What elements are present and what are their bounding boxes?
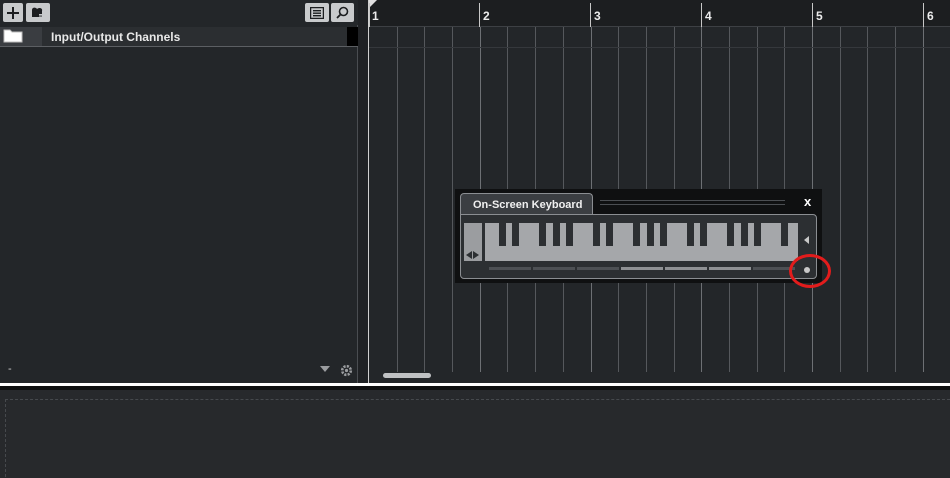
octave-down-icon: [466, 251, 472, 259]
osk-close-button[interactable]: x: [804, 194, 811, 209]
on-screen-keyboard-window[interactable]: On-Screen Keyboard x: [455, 189, 822, 283]
cubase-project-window: Input/Output Channels - 1 2 3 4 5 6 On-S…: [0, 0, 950, 478]
osk-title: On-Screen Keyboard: [473, 199, 583, 211]
ruler-label-1: 1: [372, 9, 379, 23]
beat-grid-line: [895, 27, 896, 372]
search-icon: [336, 6, 349, 19]
ruler-label-6: 6: [927, 9, 934, 23]
ruler-start-marker: [369, 0, 377, 8]
black-key[interactable]: [687, 223, 694, 246]
black-key[interactable]: [700, 223, 707, 246]
beat-grid-line: [424, 27, 425, 372]
track-folder-cell[interactable]: [0, 27, 42, 46]
beat-grid-line: [840, 27, 841, 372]
osk-drag-grip[interactable]: [600, 204, 785, 205]
black-key[interactable]: [566, 223, 573, 246]
ruler-tick: [701, 3, 702, 27]
folder-icon: [3, 29, 23, 43]
osk-body: [460, 214, 817, 279]
black-key[interactable]: [660, 223, 667, 246]
black-key[interactable]: [593, 223, 600, 246]
velocity-segment[interactable]: [709, 267, 751, 270]
black-key[interactable]: [754, 223, 761, 246]
track-row-end-block: [347, 27, 358, 46]
octave-shift-button[interactable]: [464, 223, 482, 261]
ruler-tick: [923, 3, 924, 27]
osk-title-tab[interactable]: On-Screen Keyboard: [460, 193, 593, 215]
ruler-label-4: 4: [705, 9, 712, 23]
osk-drag-grip[interactable]: [600, 200, 785, 201]
annotation-circle: [789, 254, 831, 288]
horizontal-scrollbar-thumb[interactable]: [383, 373, 431, 378]
chevron-down-icon[interactable]: [320, 366, 330, 373]
track-name: Input/Output Channels: [51, 30, 181, 44]
black-key[interactable]: [781, 223, 788, 246]
add-folder-icon: [32, 7, 46, 18]
octave-up-icon: [473, 251, 479, 259]
ruler-label-2: 2: [483, 9, 490, 23]
black-key[interactable]: [553, 223, 560, 246]
panel-divider[interactable]: [358, 0, 368, 383]
black-key[interactable]: [606, 223, 613, 246]
bar-ruler[interactable]: 1 2 3 4 5 6: [369, 0, 950, 27]
add-track-button[interactable]: [3, 3, 23, 22]
add-track-folder-button[interactable]: [26, 3, 50, 22]
search-button[interactable]: [331, 3, 354, 22]
velocity-segment[interactable]: [621, 267, 663, 270]
list-icon: [310, 6, 324, 19]
ruler-label-5: 5: [816, 9, 823, 23]
black-key[interactable]: [499, 223, 506, 246]
piano-keys[interactable]: [485, 223, 798, 261]
beat-grid-line: [397, 27, 398, 372]
collapse-left-icon[interactable]: [804, 236, 809, 244]
black-key[interactable]: [727, 223, 734, 246]
velocity-segment[interactable]: [577, 267, 619, 270]
ruler-tick: [479, 3, 480, 27]
velocity-segment[interactable]: [533, 267, 575, 270]
beat-grid-line: [452, 27, 453, 372]
gear-icon[interactable]: [340, 364, 353, 377]
black-key[interactable]: [741, 223, 748, 246]
bar-grid-line: [923, 27, 924, 372]
black-key[interactable]: [647, 223, 654, 246]
lower-zone-drop-area: [5, 399, 950, 477]
ruler-tick: [369, 3, 370, 27]
track-list-toolbar: [0, 0, 358, 25]
lower-zone: [0, 390, 950, 478]
beat-grid-line: [867, 27, 868, 372]
velocity-segment[interactable]: [489, 267, 531, 270]
ruler-tick: [590, 3, 591, 27]
ruler-label-3: 3: [594, 9, 601, 23]
black-key[interactable]: [633, 223, 640, 246]
plus-icon: [7, 6, 19, 19]
black-key[interactable]: [539, 223, 546, 246]
black-key[interactable]: [512, 223, 519, 246]
list-view-button[interactable]: [305, 3, 329, 22]
ruler-tick: [812, 3, 813, 27]
velocity-segment[interactable]: [665, 267, 707, 270]
track-list-panel: Input/Output Channels -: [0, 0, 358, 383]
footer-text: -: [8, 363, 12, 375]
track-row-input-output[interactable]: Input/Output Channels: [0, 27, 358, 47]
track-separator-line: [369, 47, 950, 48]
